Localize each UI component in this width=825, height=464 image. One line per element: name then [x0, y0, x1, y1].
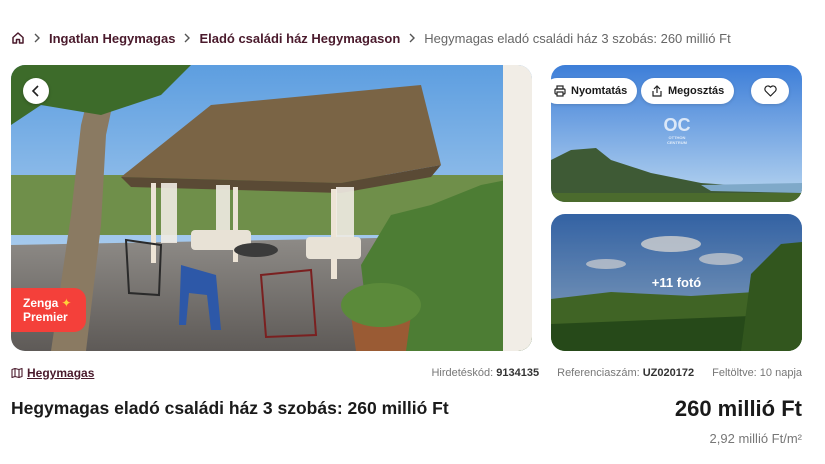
chevron-right-icon [33, 33, 41, 43]
listing-price: 260 millió Ft [674, 396, 802, 421]
chevron-left-icon [31, 85, 39, 97]
spark-icon: ✦ [61, 296, 72, 310]
badge-line-1: Zenga [23, 296, 59, 310]
home-icon[interactable] [11, 31, 25, 45]
favorite-button[interactable] [751, 78, 789, 104]
listing-title: Hegymagas eladó családi ház 3 szobás: 26… [11, 398, 449, 418]
print-label: Nyomtatás [571, 85, 628, 97]
map-icon [11, 367, 23, 379]
chevron-right-icon [183, 33, 191, 43]
breadcrumb-current: Hegymagas eladó családi ház 3 szobás: 26… [424, 30, 731, 46]
breadcrumb: Ingatlan Hegymagas Eladó családi ház Heg… [11, 28, 731, 48]
share-icon [651, 85, 663, 97]
zenga-premier-badge: Zenga ✦ Premier [11, 288, 86, 332]
previous-photo-button[interactable] [23, 78, 49, 104]
reference-number: Referenciaszám: UZ020172 [557, 367, 695, 379]
listing-meta-row: Hegymagas Hirdetéskód: 9134135 Referenci… [11, 365, 802, 381]
side-photo-bottom[interactable]: +11 fotó [551, 214, 802, 351]
listing-identifiers: Hirdetéskód: 9134135 Referenciaszám: UZ0… [431, 367, 802, 379]
watermark-logo: OC OTTHON CENTRUM [664, 115, 690, 145]
patio-photo [11, 65, 532, 351]
upload-date: Feltöltve: 10 napja [712, 367, 802, 379]
main-photo[interactable]: Zenga ✦ Premier [11, 65, 532, 351]
price-per-sqm: 2,92 millió Ft/m² [709, 431, 802, 446]
more-photos-button[interactable]: +11 fotó [551, 214, 802, 351]
breadcrumb-link-ingatlan-hegymagas[interactable]: Ingatlan Hegymagas [49, 31, 175, 46]
print-button[interactable]: Nyomtatás [551, 78, 638, 104]
breadcrumb-link-elado-csaladi-haz[interactable]: Eladó családi ház Hegymagason [199, 31, 400, 46]
share-label: Megosztás [668, 85, 725, 97]
chevron-right-icon [408, 33, 416, 43]
svg-text:OC: OC [664, 115, 690, 135]
location-label: Hegymagas [27, 366, 95, 380]
ad-code: Hirdetéskód: 9134135 [431, 367, 540, 379]
location-link[interactable]: Hegymagas [11, 366, 94, 380]
side-photo-top[interactable]: OC OTTHON CENTRUM Nyomtatás Megosztás [551, 65, 802, 202]
badge-line-2: Premier [23, 310, 68, 324]
heart-icon [763, 85, 777, 97]
printer-icon [554, 85, 566, 97]
share-button[interactable]: Megosztás [641, 78, 735, 104]
